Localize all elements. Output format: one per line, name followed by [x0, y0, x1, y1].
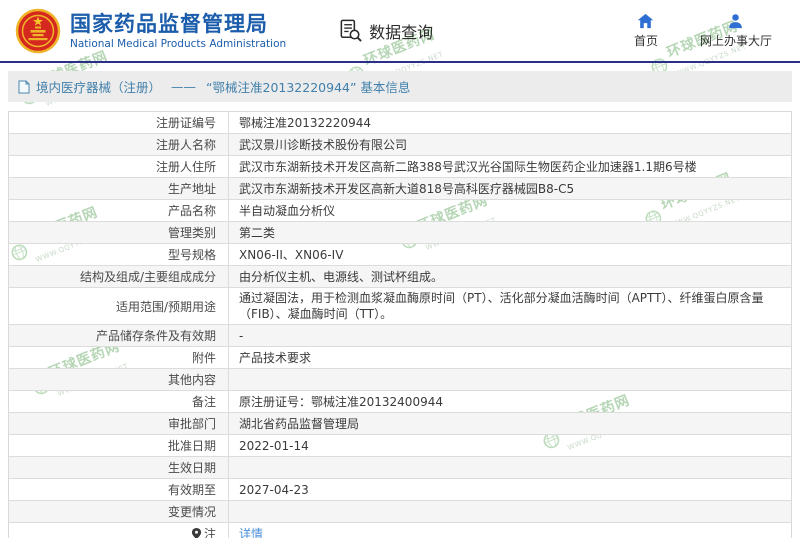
row-label: 生产地址 — [8, 177, 229, 200]
breadcrumb-category[interactable]: 境内医疗器械（注册） — [36, 77, 161, 96]
table-row: 产品储存条件及有效期 - — [8, 324, 792, 347]
table-row: 生效日期 — [8, 456, 792, 479]
row-value: 由分析仪主机、电源线、测试杯组成。 — [239, 269, 444, 284]
row-label: 适用范围/预期用途 — [8, 287, 229, 325]
data-query-icon — [340, 19, 362, 42]
row-value: 半自动凝血分析仪 — [239, 203, 336, 218]
brand: 国家药品监督管理局 National Medical Products Admi… — [14, 7, 286, 55]
data-query-label: 数据查询 — [369, 22, 434, 42]
row-label: 附件 — [8, 346, 229, 369]
table-row: 型号规格 XN06-II、XN06-IV — [8, 243, 792, 266]
row-value: 2027-04-23 — [239, 482, 309, 497]
info-table: 注册证编号 鄂械注准20132220944 注册人名称 武汉景川诊断技术股份有限公司注… — [8, 111, 792, 538]
row-value: 武汉市东湖新技术开发区高新二路388号武汉光谷国际生物医药企业加速器1.1期6号… — [239, 159, 697, 174]
row-label: 备注 — [8, 390, 229, 413]
row-value: 湖北省药品监督管理局 — [239, 416, 360, 431]
page: 国家药品监督管理局 National Medical Products Admi… — [0, 0, 800, 538]
table-row: 注册人住所 武汉市东湖新技术开发区高新二路388号武汉光谷国际生物医药企业加速器1… — [8, 155, 792, 178]
person-icon — [729, 13, 743, 28]
info-table-body: 注册证编号 鄂械注准20132220944 注册人名称 武汉景川诊断技术股份有限公司注… — [8, 111, 792, 538]
table-row: 结构及组成/主要组成成分 由分析仪主机、电源线、测试杯组成。 — [8, 265, 792, 288]
row-label: 注 — [8, 522, 229, 538]
table-row: 附件 产品技术要求 — [8, 346, 792, 369]
nav-home[interactable]: 首页 — [634, 13, 658, 49]
header: 国家药品监督管理局 National Medical Products Admi… — [0, 0, 800, 61]
row-label: 产品名称 — [8, 199, 229, 222]
table-row: 注详情 — [8, 522, 792, 538]
table-row: 有效期至 2027-04-23 — [8, 478, 792, 501]
table-row: 批准日期 2022-01-14 — [8, 434, 792, 457]
row-value: 2022-01-14 — [239, 438, 309, 453]
row-value: 原注册证号：鄂械注准20132400944 — [239, 394, 443, 409]
row-value: 鄂械注准20132220944 — [239, 115, 371, 130]
nav-home-label: 首页 — [633, 33, 658, 48]
breadcrumb: 境内医疗器械（注册） —— “鄂械注准20132220944” 基本信息 — [8, 71, 792, 102]
header-nav: 首页 网上办事大厅 — [634, 13, 772, 49]
row-label: 有效期至 — [8, 478, 229, 501]
row-label: 审批部门 — [8, 412, 229, 435]
document-icon — [18, 80, 30, 93]
row-label: 结构及组成/主要组成成分 — [8, 265, 229, 288]
nav-service-hall-label: 网上办事大厅 — [699, 33, 772, 48]
row-value: 通过凝固法，用于检测血浆凝血酶原时间（PT）、活化部分凝血活酶时间（APTT）、… — [239, 291, 764, 321]
row-value: XN06-II、XN06-IV — [239, 247, 344, 262]
pin-icon — [191, 528, 202, 538]
row-value: 产品技术要求 — [239, 350, 312, 365]
agency-title: 国家药品监督管理局 — [70, 11, 268, 36]
table-row: 变更情况 — [8, 500, 792, 523]
nav-data-query[interactable]: 数据查询 — [338, 18, 433, 43]
row-label: 注册证编号 — [8, 111, 229, 134]
table-row: 注册人名称 武汉景川诊断技术股份有限公司 — [8, 133, 792, 156]
table-row: 产品名称 半自动凝血分析仪 — [8, 199, 792, 222]
row-label: 管理类别 — [8, 221, 229, 244]
row-value: 第二类 — [239, 225, 276, 240]
row-label: 批准日期 — [8, 434, 229, 457]
detail-link[interactable]: 详情 — [239, 527, 263, 538]
home-icon — [638, 13, 654, 28]
row-value — [229, 501, 792, 523]
row-label: 产品储存条件及有效期 — [8, 324, 229, 347]
nav-service-hall[interactable]: 网上办事大厅 — [700, 13, 772, 49]
table-row: 其他内容 — [8, 368, 792, 391]
breadcrumb-title: “鄂械注准20132220944” 基本信息 — [206, 80, 411, 95]
row-value: - — [239, 328, 244, 343]
row-value: 详情 — [229, 523, 792, 538]
row-value: 武汉景川诊断技术股份有限公司 — [239, 137, 408, 152]
row-label: 生效日期 — [8, 456, 229, 479]
table-row: 管理类别 第二类 — [8, 221, 792, 244]
row-value — [229, 457, 792, 479]
row-label: 注册人住所 — [8, 155, 229, 178]
table-row: 注册证编号 鄂械注准20132220944 — [8, 111, 792, 134]
table-row: 备注 原注册证号：鄂械注准20132400944 — [8, 390, 792, 413]
agency-subtitle: National Medical Products Administration — [70, 37, 287, 50]
table-row: 审批部门 湖北省药品监督管理局 — [8, 412, 792, 435]
row-value: 武汉市东湖新技术开发区高新大道818号高科医疗器械园B8-C5 — [239, 181, 575, 196]
row-label: 变更情况 — [8, 500, 229, 523]
table-row: 适用范围/预期用途 通过凝固法，用于检测血浆凝血酶原时间（PT）、活化部分凝血活酶… — [8, 287, 792, 325]
brand-text: 国家药品监督管理局 National Medical Products Admi… — [70, 12, 286, 50]
row-label: 注册人名称 — [8, 133, 229, 156]
table-row: 生产地址 武汉市东湖新技术开发区高新大道818号高科医疗器械园B8-C5 — [8, 177, 792, 200]
national-emblem-icon — [15, 8, 61, 53]
row-label: 型号规格 — [8, 243, 229, 266]
breadcrumb-separator: —— — [171, 79, 197, 94]
header-divider — [0, 61, 800, 63]
row-value — [229, 369, 792, 391]
row-label: 其他内容 — [8, 368, 229, 391]
